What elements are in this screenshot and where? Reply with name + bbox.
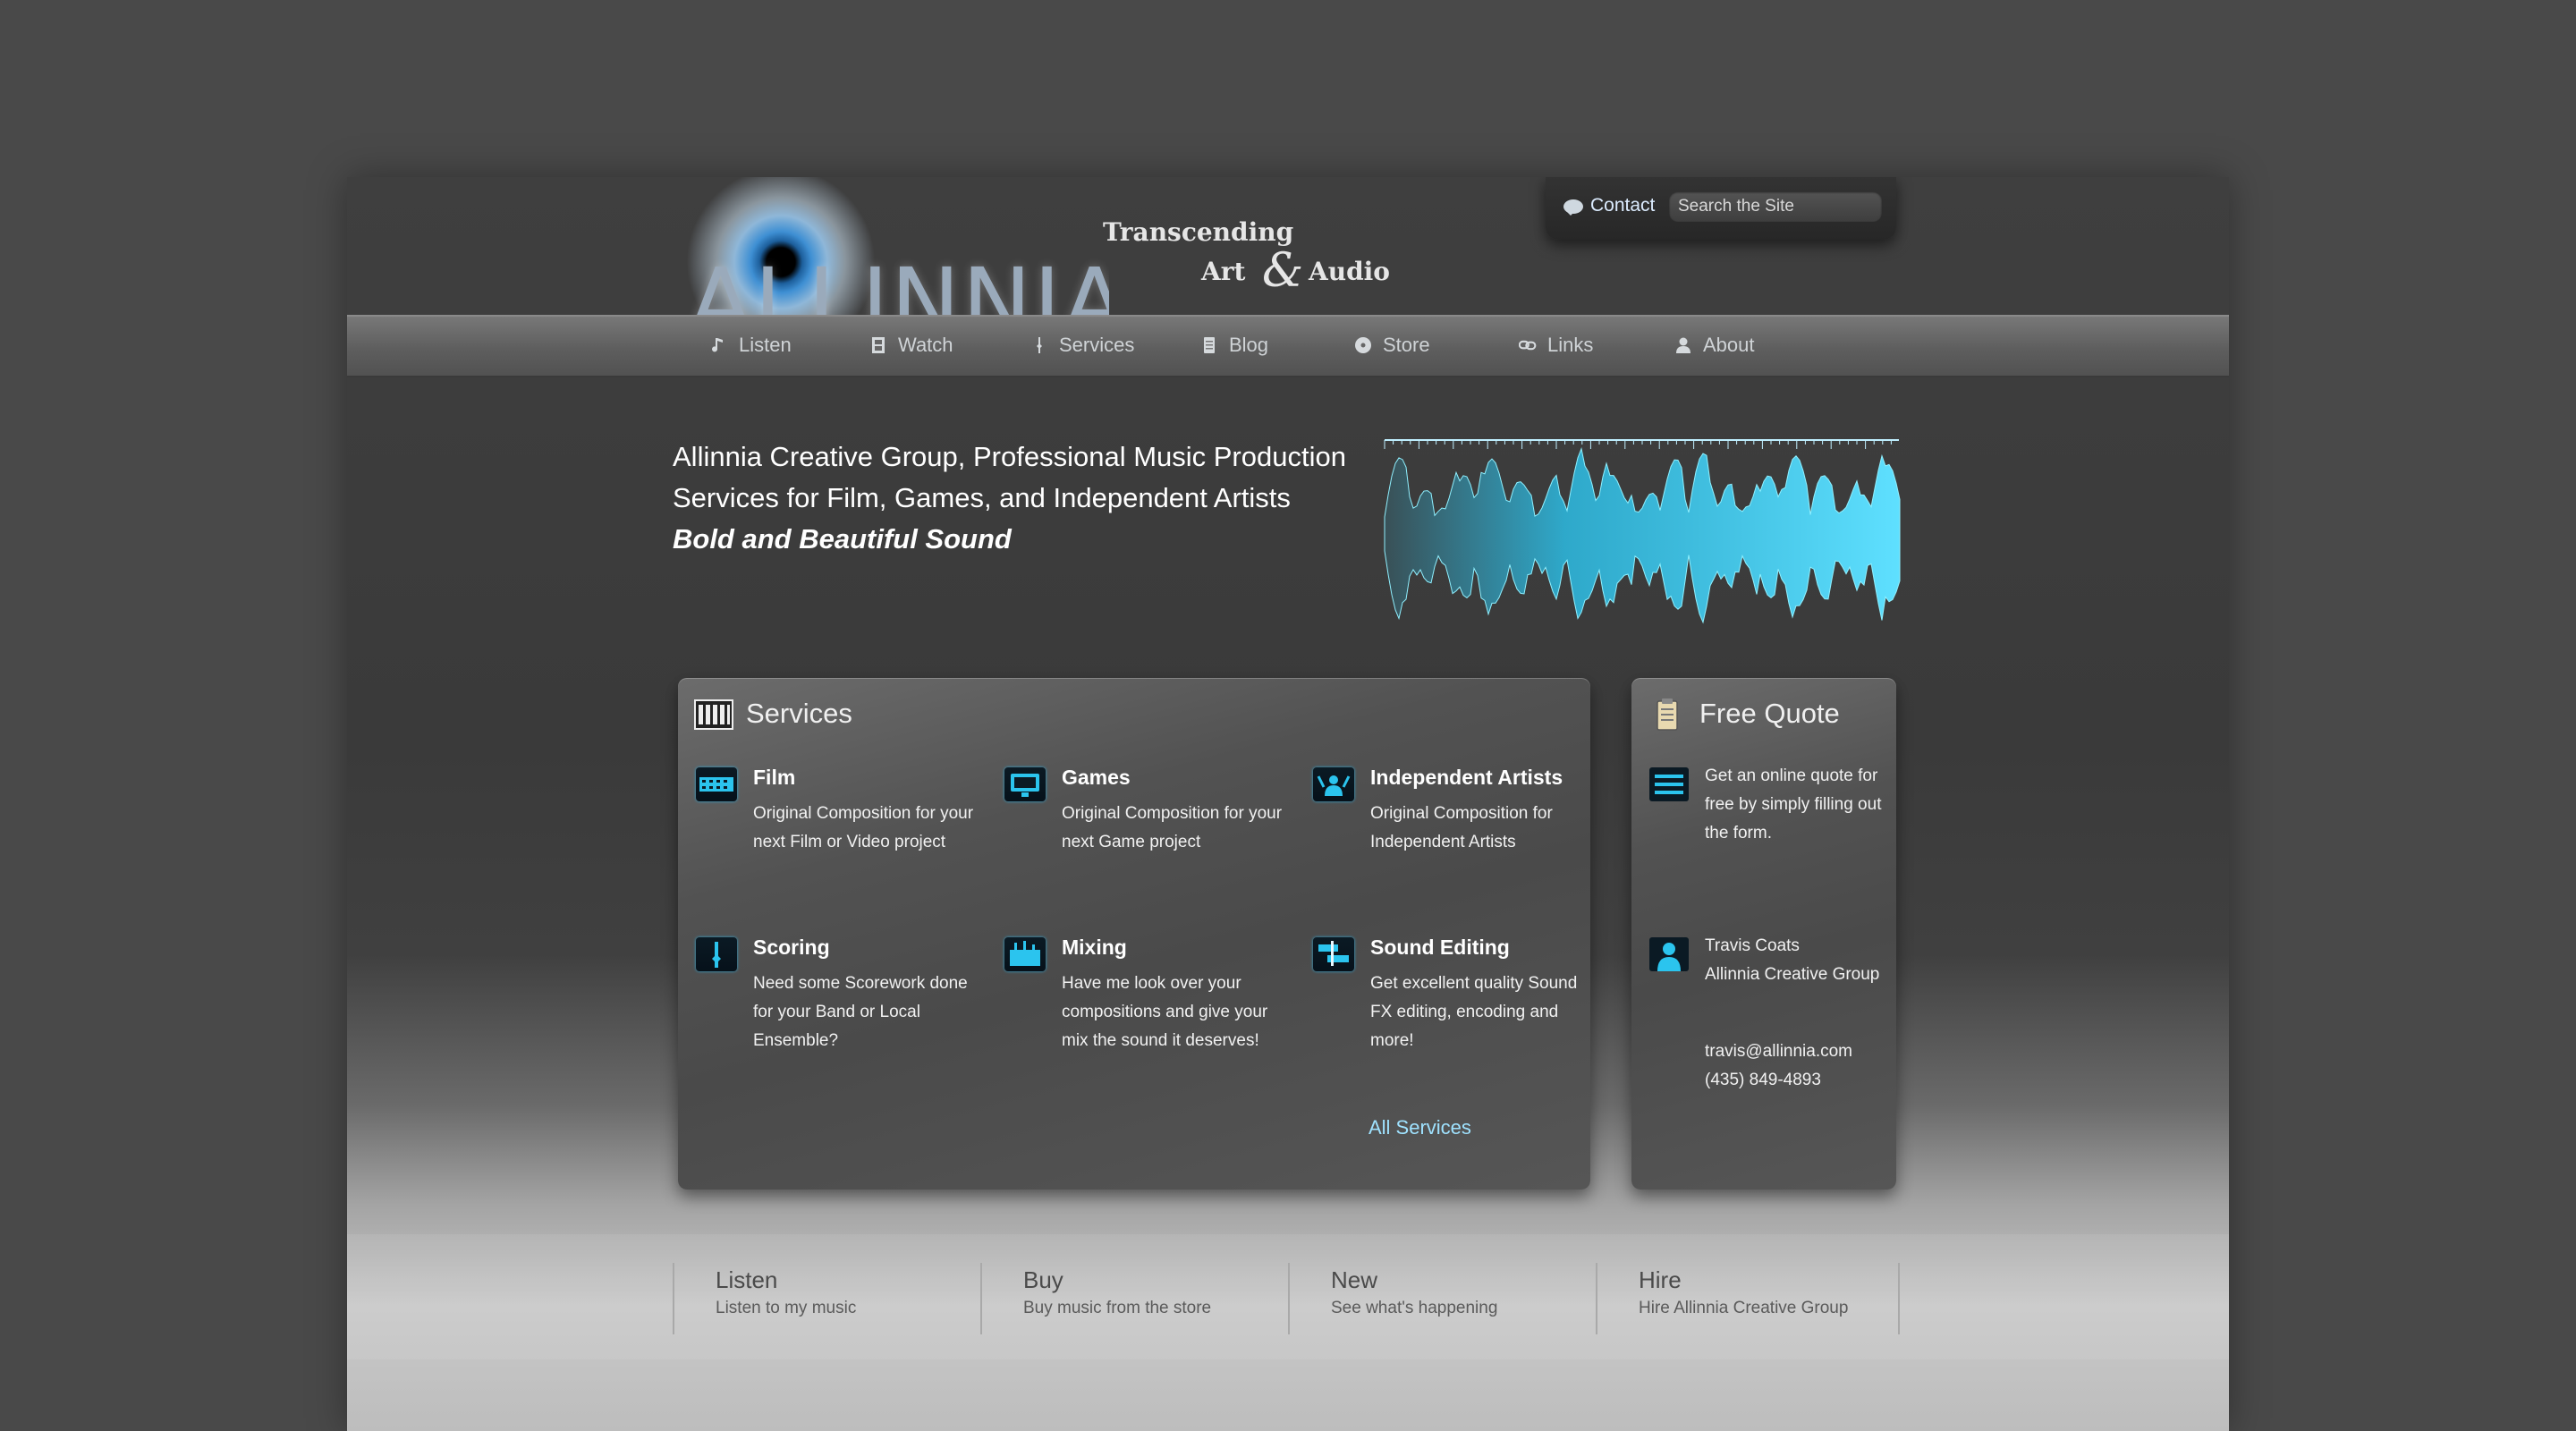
- footer-title: Buy: [1023, 1266, 1063, 1293]
- footer-title: Hire: [1639, 1266, 1682, 1293]
- all-services-link[interactable]: All Services: [1368, 1116, 1471, 1139]
- tuning-fork-icon: [1037, 337, 1042, 353]
- footer-subtitle: Listen to my music: [716, 1299, 857, 1317]
- nav-item-links[interactable]: Links: [1506, 327, 1640, 363]
- service-desc: Have me look over your compositions and …: [1062, 974, 1268, 1050]
- nav-label: Services: [1059, 334, 1135, 356]
- service-desc: Original Composition for Independent Art…: [1370, 804, 1553, 851]
- services-title: Services: [746, 698, 852, 729]
- footer-hire[interactable]: Hire Hire Allinnia Creative Group: [1596, 1263, 1907, 1334]
- waveform-path: [1384, 447, 1901, 624]
- nav-item-about[interactable]: About: [1662, 327, 1814, 363]
- quote-description[interactable]: Get an online quote for free by simply f…: [1705, 762, 1884, 848]
- crowd-icon: [1313, 767, 1354, 801]
- service-desc: Get excellent quality Sound FX editing, …: [1370, 974, 1578, 1050]
- search-input[interactable]: [1669, 191, 1882, 222]
- person-silhouette-icon: [1649, 937, 1689, 971]
- nav-label: Listen: [739, 334, 792, 356]
- nav-item-store[interactable]: Store: [1342, 327, 1494, 363]
- film-strip-icon: [696, 767, 737, 801]
- contact-details: travis@allinnia.com (435) 849-4893: [1705, 1037, 1884, 1095]
- nav-label: Blog: [1229, 334, 1269, 356]
- contact-email[interactable]: travis@allinnia.com: [1705, 1037, 1884, 1066]
- footer-links: Listen Listen to my music Buy Buy music …: [347, 1234, 2229, 1359]
- tagline-audio: Audio: [1309, 257, 1390, 286]
- nav-label: Store: [1383, 334, 1430, 356]
- speech-bubble-icon: [1563, 199, 1583, 216]
- nav-label: Links: [1547, 334, 1594, 356]
- services-panel: Services Film Original Composition for y…: [678, 678, 1590, 1190]
- main-nav: Listen Watch Services Blog Store Links A…: [347, 315, 2229, 377]
- disc-icon: [1355, 337, 1371, 353]
- footer-subtitle: Hire Allinnia Creative Group: [1639, 1299, 1849, 1317]
- nav-item-services[interactable]: Services: [1018, 327, 1161, 363]
- contact-name: Travis Coats: [1705, 936, 1800, 955]
- nav-item-listen[interactable]: Listen: [698, 327, 823, 363]
- free-quote-panel: Free Quote Get an online quote for free …: [1631, 678, 1896, 1190]
- hero-subtitle: Bold and Beautiful Sound: [673, 523, 1012, 555]
- footer-listen[interactable]: Listen Listen to my music: [673, 1263, 984, 1334]
- contact-phone: (435) 849-4893: [1705, 1071, 1821, 1089]
- music-note-icon: [712, 338, 723, 352]
- service-title[interactable]: Film: [753, 766, 795, 790]
- hero-line-1: Allinnia Creative Group, Professional Mu…: [673, 441, 1346, 472]
- sound-edit-icon: [1313, 937, 1354, 971]
- contact-org: Allinnia Creative Group: [1705, 965, 1880, 984]
- service-title[interactable]: Independent Artists: [1370, 766, 1563, 790]
- tagline-art: Art: [1201, 257, 1246, 286]
- service-title[interactable]: Games: [1062, 766, 1131, 790]
- footer-buy[interactable]: Buy Buy music from the store: [980, 1263, 1292, 1334]
- nav-label: About: [1703, 334, 1755, 356]
- header: ALLINNIA Transcending Art & Audio Contac…: [347, 177, 2229, 356]
- footer-new[interactable]: New See what's happening: [1288, 1263, 1599, 1334]
- contact-search-box: Contact: [1546, 177, 1896, 240]
- free-quote-title: Free Quote: [1699, 698, 1840, 729]
- footer-subtitle: Buy music from the store: [1023, 1299, 1212, 1317]
- document-icon: [1204, 337, 1215, 353]
- service-title[interactable]: Sound Editing: [1370, 936, 1510, 960]
- waveform-ticks: [1384, 440, 1892, 449]
- service-title[interactable]: Mixing: [1062, 936, 1127, 960]
- mixer-icon: [1004, 937, 1046, 971]
- tagline-transcending: Transcending: [1103, 217, 1294, 247]
- hero-text: Allinnia Creative Group, Professional Mu…: [673, 436, 1346, 560]
- nav-item-blog[interactable]: Blog: [1188, 327, 1322, 363]
- person-icon: [1676, 337, 1690, 353]
- footer-title: New: [1331, 1266, 1378, 1293]
- chain-link-icon: [1519, 340, 1537, 351]
- nav-label: Watch: [898, 334, 953, 356]
- clipboard-icon: [1657, 699, 1678, 731]
- service-desc: Original Composition for your next Film …: [753, 804, 974, 851]
- footer-title: Listen: [716, 1266, 778, 1293]
- conductor-baton-icon: [696, 937, 737, 971]
- service-title[interactable]: Scoring: [753, 936, 830, 960]
- contact-info: Travis Coats Allinnia Creative Group: [1705, 932, 1884, 989]
- footer-subtitle: See what's happening: [1331, 1299, 1498, 1317]
- film-icon: [872, 337, 885, 353]
- contact-link[interactable]: Contact: [1590, 195, 1655, 216]
- site-container: ALLINNIA Transcending Art & Audio Contac…: [347, 177, 2229, 1431]
- monitor-icon: [1004, 767, 1046, 801]
- service-desc: Need some Scorework done for your Band o…: [753, 974, 968, 1050]
- footer-divider: [1898, 1263, 1900, 1334]
- nav-item-watch[interactable]: Watch: [857, 327, 991, 363]
- hero-line-2: Services for Film, Games, and Independen…: [673, 482, 1291, 513]
- waveform-graphic: [1384, 439, 1901, 624]
- form-lines-icon: [1649, 767, 1689, 801]
- logo[interactable]: ALLINNIA: [689, 249, 1109, 315]
- tagline: Transcending Art & Audio: [1103, 217, 1390, 298]
- tagline-ampersand: &: [1262, 244, 1304, 298]
- service-desc: Original Composition for your next Game …: [1062, 804, 1283, 851]
- piano-keys-icon: [694, 699, 733, 730]
